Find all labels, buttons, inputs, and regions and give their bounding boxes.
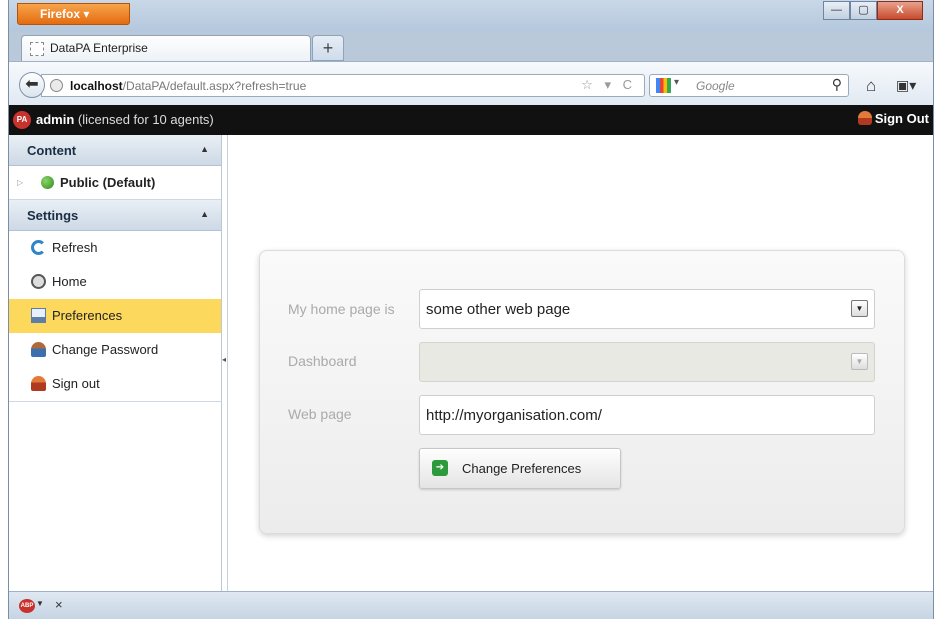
collapse-caret-icon[interactable]: ▲ — [200, 144, 209, 154]
user-icon — [31, 342, 46, 357]
sidebar-item-refresh[interactable]: Refresh — [9, 231, 221, 265]
home-page-select[interactable]: some other web page ▼ — [419, 289, 875, 329]
search-engine-dropdown-icon[interactable]: ▾ — [674, 77, 679, 88]
chevron-down-icon: ▾ — [83, 7, 90, 21]
adblock-icon[interactable]: ABP — [19, 599, 35, 613]
url-host: localhost — [70, 79, 123, 93]
web-page-input[interactable]: http://myorganisation.com/ — [419, 395, 875, 435]
sidebar-item-label: Refresh — [52, 240, 98, 255]
sign-out-icon — [31, 376, 46, 391]
sidebar-item-preferences[interactable]: Preferences — [9, 299, 221, 333]
preferences-panel: My home page is some other web page ▼ Da… — [259, 250, 905, 534]
web-page-value: http://myorganisation.com/ — [426, 407, 602, 424]
preferences-icon — [31, 308, 46, 323]
change-preferences-button[interactable]: ➔ Change Preferences — [419, 448, 621, 489]
home-page-label: My home page is — [288, 301, 395, 317]
url-path: /DataPA/default.aspx?refresh=true — [122, 79, 307, 93]
navigation-bar: localhost/DataPA/default.aspx?refresh=tr… — [9, 61, 933, 105]
settings-section-label: Settings — [27, 208, 79, 223]
tab-datapa-enterprise[interactable]: DataPA Enterprise — [21, 35, 311, 61]
new-tab-button[interactable]: + — [312, 35, 344, 61]
sidebar-item-label: Preferences — [52, 308, 123, 323]
dashboard-select[interactable]: ▼ — [419, 342, 875, 382]
chevron-down-icon: ▼ — [851, 353, 868, 370]
sign-out-label: Sign Out — [874, 111, 929, 126]
browser-window: Firefox ▾ — ▢ X DataPA Enterprise + loca… — [8, 0, 934, 619]
google-icon[interactable] — [656, 78, 671, 93]
status-bar: ABP ▼ × — [9, 591, 933, 619]
site-identity-icon[interactable] — [50, 79, 63, 92]
user-info: admin (licensed for 10 agents) — [36, 112, 214, 127]
content-area: Content ▲ ▷ Public (Default) Settings ▲ … — [9, 135, 933, 591]
chevron-down-icon[interactable]: ▼ — [36, 599, 44, 608]
firefox-menu-label: Firefox — [40, 7, 81, 21]
change-preferences-label: Change Preferences — [462, 461, 582, 476]
sidebar: Content ▲ ▷ Public (Default) Settings ▲ … — [9, 135, 222, 591]
title-bar: Firefox ▾ — ▢ X — [9, 0, 933, 32]
search-magnifier-icon[interactable]: ⚲ — [832, 76, 842, 93]
sidebar-item-label: Sign out — [52, 376, 100, 391]
web-page-label: Web page — [288, 406, 352, 422]
sidebar-item-home[interactable]: Home — [9, 265, 221, 299]
sign-out-icon — [857, 111, 872, 125]
bookmark-star-icon[interactable]: ☆ ▾ C — [581, 77, 636, 93]
chevron-down-icon[interactable]: ▼ — [851, 300, 868, 317]
window-controls: — ▢ X — [823, 1, 923, 20]
back-button[interactable]: ⬅ — [19, 72, 45, 98]
url-bar[interactable]: localhost/DataPA/default.aspx?refresh=tr… — [41, 74, 645, 97]
collapse-caret-icon[interactable]: ▲ — [200, 209, 209, 219]
sign-out-button[interactable]: Sign Out — [857, 111, 929, 126]
home-icon[interactable]: ⌂ — [866, 76, 876, 96]
content-section-header[interactable]: Content ▲ — [9, 135, 221, 166]
green-circle-icon — [41, 176, 54, 189]
tab-title: DataPA Enterprise — [50, 41, 148, 55]
minimize-button[interactable]: — — [823, 1, 850, 20]
firefox-menu-button[interactable]: Firefox ▾ — [17, 3, 130, 25]
refresh-icon — [31, 240, 46, 255]
page-favicon-icon — [30, 42, 44, 56]
dashboard-label: Dashboard — [288, 353, 357, 369]
maximize-button[interactable]: ▢ — [850, 1, 877, 20]
sidebar-item-public[interactable]: ▷ Public (Default) — [9, 166, 221, 200]
sidebar-item-label: Change Password — [52, 342, 159, 357]
sidebar-item-label: Home — [52, 274, 87, 289]
sidebar-item-sign-out[interactable]: Sign out — [9, 367, 221, 401]
datapa-logo: PA — [13, 111, 31, 129]
user-name: admin — [36, 112, 75, 127]
content-section-label: Content — [27, 143, 77, 158]
search-placeholder: Google — [696, 79, 735, 93]
sidebar-item-change-password[interactable]: Change Password — [9, 333, 221, 367]
sidebar-divider — [9, 401, 222, 402]
splitter-handle-icon[interactable]: ◂ — [222, 355, 226, 365]
close-window-button[interactable]: X — [877, 1, 923, 20]
search-input[interactable]: ▾ Google ⚲ — [649, 74, 849, 97]
close-addon-bar-button[interactable]: × — [55, 597, 63, 612]
home-icon — [31, 274, 46, 289]
sidebar-item-label: Public (Default) — [60, 175, 156, 190]
toolbar-menu-icon[interactable]: ▣▾ — [896, 77, 916, 94]
license-info: (licensed for 10 agents) — [74, 112, 214, 127]
arrow-left-icon: ⬅ — [25, 76, 39, 93]
arrow-right-icon: ➔ — [432, 460, 448, 476]
app-header: PA admin (licensed for 10 agents) Sign O… — [9, 105, 933, 135]
tree-expand-icon[interactable]: ▷ — [17, 178, 23, 187]
pane-divider — [227, 135, 228, 591]
home-page-value: some other web page — [426, 301, 571, 318]
settings-section-header[interactable]: Settings ▲ — [9, 200, 221, 231]
